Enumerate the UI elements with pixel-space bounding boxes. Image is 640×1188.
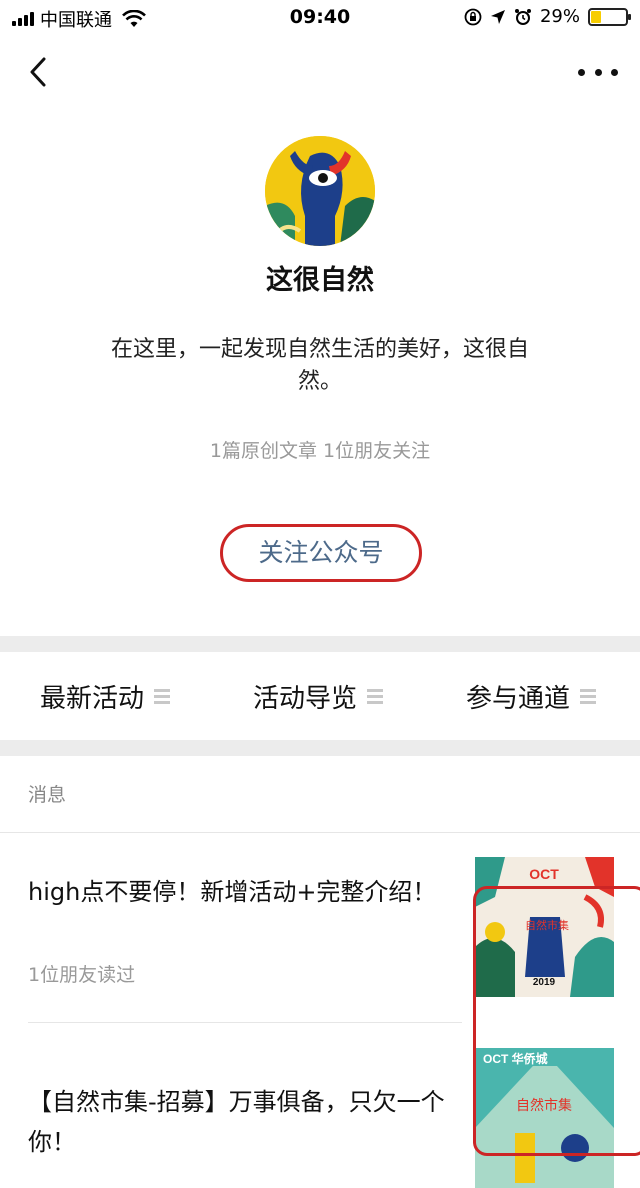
custom-menu-bar: 最新活动 活动导览 参与通道 bbox=[0, 652, 640, 740]
thumbnail-text: 自然市集 bbox=[525, 918, 569, 932]
location-arrow-icon bbox=[490, 9, 505, 24]
menu-item-label: 参与通道 bbox=[466, 683, 571, 714]
menu-list-icon bbox=[367, 688, 384, 704]
account-stats: 1篇原创文章 1位朋友关注 bbox=[209, 440, 431, 462]
account-description: 在这里，一起发现自然生活的美好，这很自然。 bbox=[110, 337, 529, 394]
thumbnail-text: 自然市集 bbox=[516, 1097, 572, 1114]
menu-item-label: 最新活动 bbox=[40, 683, 145, 714]
more-dot bbox=[578, 68, 585, 76]
more-button[interactable] bbox=[578, 60, 618, 84]
account-avatar bbox=[265, 136, 375, 246]
menu-item-participation[interactable]: 参与通道 bbox=[466, 652, 597, 740]
divider-line bbox=[0, 832, 640, 833]
messages-section-label: 消息 bbox=[28, 784, 67, 806]
more-dot bbox=[594, 68, 602, 76]
thumbnail-text: 2019 bbox=[533, 977, 556, 988]
article-thumbnail[interactable]: OCT 华侨城 自然市集 bbox=[475, 1048, 614, 1188]
section-divider bbox=[0, 636, 640, 652]
more-dot bbox=[611, 68, 618, 76]
menu-item-label: 活动导览 bbox=[253, 683, 358, 714]
divider-line bbox=[28, 1022, 462, 1023]
chevron-left-icon bbox=[30, 57, 46, 87]
menu-item-activity-guide[interactable]: 活动导览 bbox=[253, 652, 384, 740]
article-meta: 1位朋友读过 bbox=[28, 964, 136, 986]
status-bar: 中国联通 09:40 29% bbox=[0, 0, 640, 36]
thumbnail-text: OCT 华侨城 bbox=[483, 1051, 548, 1066]
menu-list-icon bbox=[580, 688, 597, 704]
battery-fill bbox=[591, 10, 601, 23]
status-right: 29% bbox=[464, 6, 631, 27]
article-title[interactable]: 【自然市集-招募】万事俱备，只欠一个你！ bbox=[28, 1082, 448, 1162]
alarm-icon bbox=[514, 8, 531, 25]
follow-button[interactable]: 关注公众号 bbox=[220, 524, 422, 582]
battery-icon bbox=[588, 7, 631, 26]
article-title[interactable]: high点不要停！新增活动+完整介绍！ bbox=[28, 872, 448, 912]
avatar-illustration bbox=[265, 136, 375, 246]
thumbnail-text: OCT bbox=[529, 866, 559, 882]
account-name: 这很自然 bbox=[266, 265, 374, 296]
menu-item-latest-activities[interactable]: 最新活动 bbox=[40, 652, 171, 740]
rotation-lock-icon bbox=[464, 8, 482, 25]
back-button[interactable] bbox=[22, 54, 58, 90]
section-divider bbox=[0, 740, 640, 756]
menu-list-icon bbox=[154, 688, 171, 704]
battery-percent: 29% bbox=[539, 6, 580, 27]
article-thumbnail[interactable]: OCT 2019 自然市集 bbox=[475, 857, 614, 997]
